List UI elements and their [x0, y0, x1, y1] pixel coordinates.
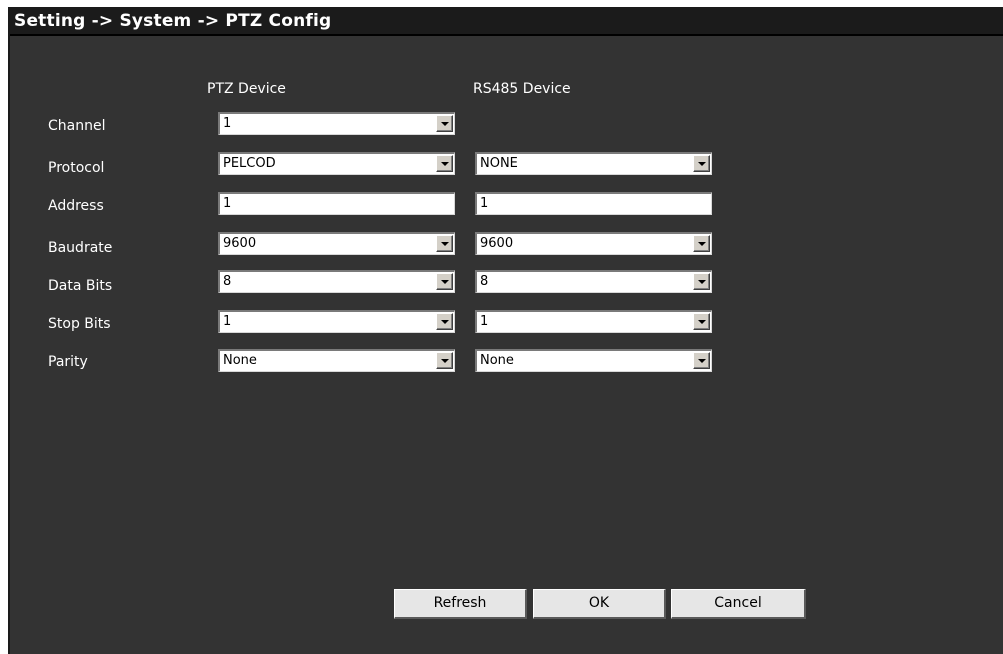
channel-value: 1 [223, 116, 232, 131]
chevron-down-icon[interactable] [436, 115, 453, 132]
ptz-device-header: PTZ Device [207, 81, 286, 97]
cancel-button[interactable]: Cancel [671, 589, 806, 619]
rs485-parity-value: None [480, 353, 514, 368]
rs485-data-bits-value: 8 [480, 274, 489, 289]
address-label: Address [48, 198, 104, 214]
channel-label: Channel [48, 118, 106, 134]
ptz-protocol-select[interactable]: PELCOD [218, 152, 455, 175]
page-title: Setting -> System -> PTZ Config [14, 11, 332, 31]
ptz-baudrate-select[interactable]: 9600 [218, 232, 455, 255]
chevron-down-icon[interactable] [436, 235, 453, 252]
chevron-down-icon[interactable] [693, 273, 710, 290]
ptz-stop-bits-select[interactable]: 1 [218, 310, 455, 333]
ptz-data-bits-select[interactable]: 8 [218, 270, 455, 293]
rs485-device-header: RS485 Device [473, 81, 571, 97]
rs485-stop-bits-value: 1 [480, 314, 489, 329]
ptz-address-value: 1 [223, 196, 232, 211]
rs485-parity-select[interactable]: None [475, 349, 712, 372]
ptz-address-input[interactable]: 1 [218, 192, 455, 215]
chevron-down-icon[interactable] [436, 155, 453, 172]
data-bits-label: Data Bits [48, 278, 113, 294]
ptz-parity-value: None [223, 353, 257, 368]
rs485-address-input[interactable]: 1 [475, 192, 712, 215]
rs485-address-value: 1 [480, 196, 489, 211]
refresh-button[interactable]: Refresh [394, 589, 527, 619]
baudrate-label: Baudrate [48, 240, 113, 256]
protocol-label: Protocol [48, 160, 105, 176]
chevron-down-icon[interactable] [436, 313, 453, 330]
channel-select[interactable]: 1 [218, 112, 455, 135]
ptz-data-bits-value: 8 [223, 274, 232, 289]
ptz-parity-select[interactable]: None [218, 349, 455, 372]
stop-bits-label: Stop Bits [48, 316, 111, 332]
rs485-protocol-value: NONE [480, 156, 518, 171]
rs485-data-bits-select[interactable]: 8 [475, 270, 712, 293]
ptz-protocol-value: PELCOD [223, 156, 276, 171]
title-bar: Setting -> System -> PTZ Config [10, 8, 1003, 36]
ok-button[interactable]: OK [533, 589, 666, 619]
chevron-down-icon[interactable] [436, 352, 453, 369]
ptz-stop-bits-value: 1 [223, 314, 232, 329]
chevron-down-icon[interactable] [693, 155, 710, 172]
rs485-protocol-select[interactable]: NONE [475, 152, 712, 175]
rs485-baudrate-select[interactable]: 9600 [475, 232, 712, 255]
rs485-baudrate-value: 9600 [480, 236, 514, 251]
ptz-baudrate-value: 9600 [223, 236, 257, 251]
parity-label: Parity [48, 354, 88, 370]
chevron-down-icon[interactable] [693, 313, 710, 330]
rs485-stop-bits-select[interactable]: 1 [475, 310, 712, 333]
chevron-down-icon[interactable] [693, 235, 710, 252]
chevron-down-icon[interactable] [693, 352, 710, 369]
chevron-down-icon[interactable] [436, 273, 453, 290]
